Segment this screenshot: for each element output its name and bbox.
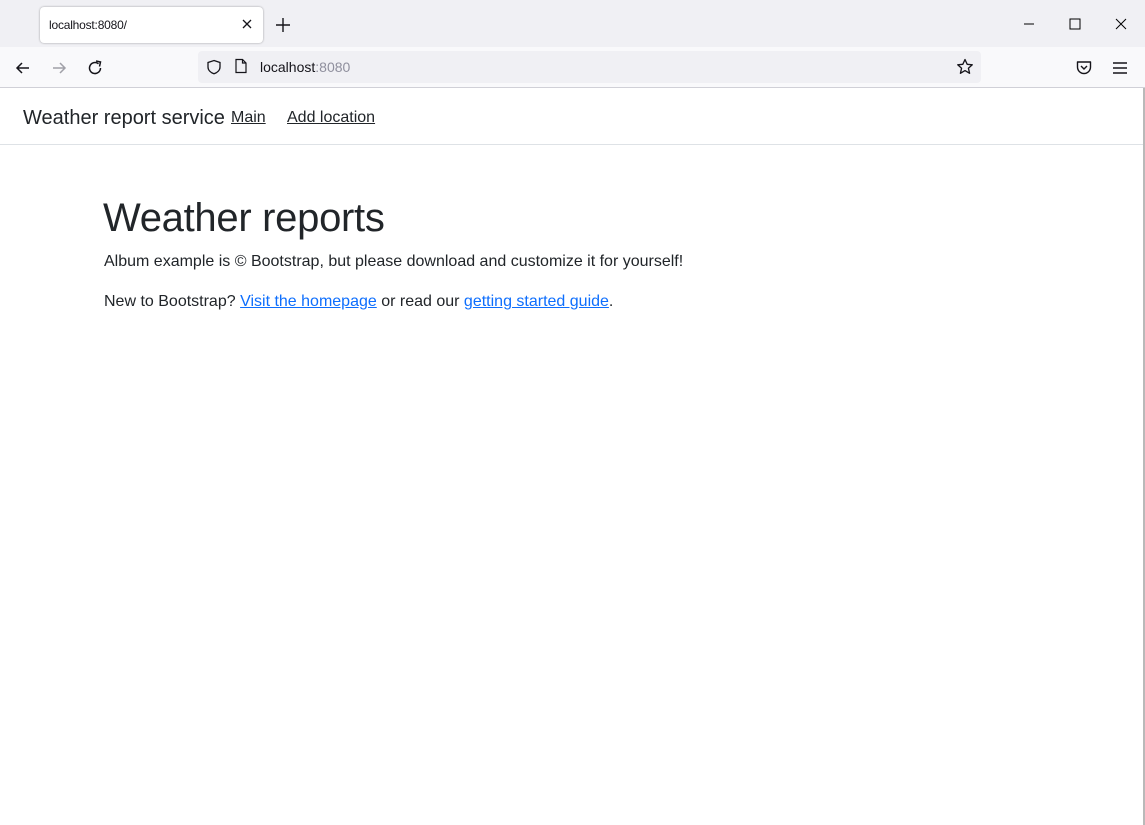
page-title: Weather reports (103, 196, 385, 240)
forward-arrow-icon[interactable] (49, 58, 69, 78)
tracking-shield-icon[interactable] (206, 59, 222, 75)
menu-hamburger-icon[interactable] (1110, 58, 1130, 78)
reload-icon[interactable] (85, 58, 105, 78)
minimize-icon[interactable] (1020, 15, 1038, 33)
page-info-icon[interactable] (234, 58, 248, 74)
browser-tab-strip: localhost:8080/ (0, 0, 1145, 47)
browser-tab-active[interactable]: localhost:8080/ (40, 7, 263, 43)
back-arrow-icon[interactable] (13, 58, 33, 78)
intro-prefix: New to Bootstrap? (104, 293, 241, 310)
nav-link-add-location[interactable]: Add location (287, 109, 375, 127)
site-header: Weather report service Main Add location (0, 88, 1145, 145)
bookmark-star-icon[interactable] (955, 57, 975, 77)
nav-link-main[interactable]: Main (231, 109, 266, 127)
lead-text: Album example is © Bootstrap, but please… (104, 253, 684, 270)
pocket-icon[interactable] (1074, 58, 1094, 78)
tab-title: localhost:8080/ (49, 18, 127, 32)
url-text[interactable]: localhost:8080 (260, 59, 350, 75)
intro-paragraph: New to Bootstrap? Visit the homepage or … (104, 293, 613, 311)
intro-middle: or read our (376, 293, 464, 310)
intro-suffix: . (608, 293, 614, 310)
homepage-link[interactable]: Visit the homepage (240, 293, 377, 310)
getting-started-link[interactable]: getting started guide (464, 293, 609, 310)
browser-toolbar: localhost:8080 (0, 47, 1145, 88)
close-window-icon[interactable] (1112, 15, 1130, 33)
maximize-icon[interactable] (1066, 15, 1084, 33)
site-brand[interactable]: Weather report service (23, 107, 225, 130)
new-tab-icon[interactable] (274, 16, 292, 34)
close-tab-icon[interactable] (240, 17, 254, 31)
address-bar[interactable]: localhost:8080 (198, 51, 981, 83)
